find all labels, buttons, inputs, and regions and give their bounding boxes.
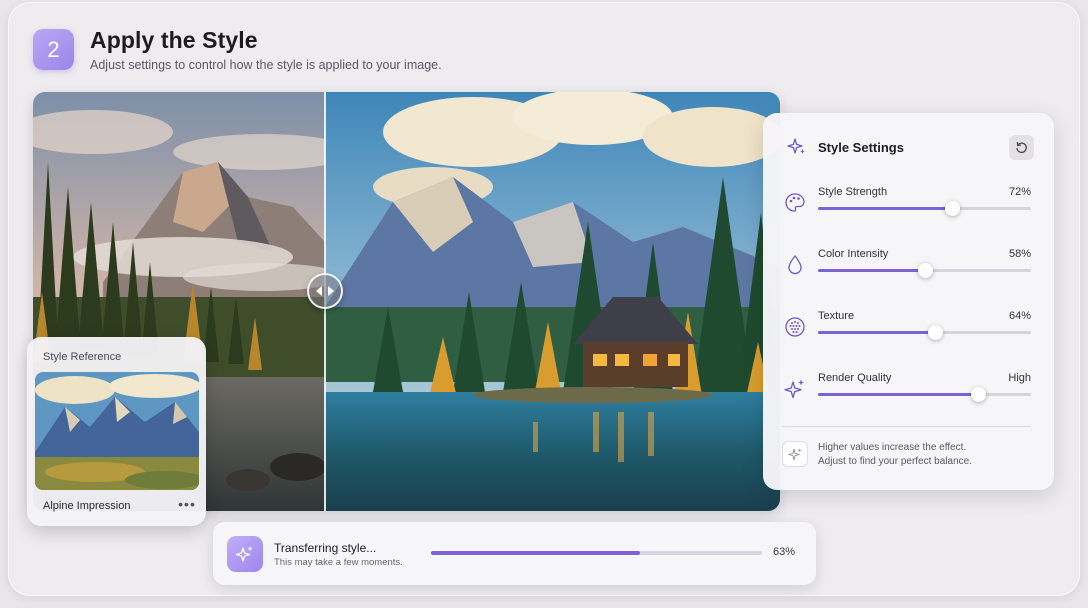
progress-percent: 63% (773, 546, 796, 558)
setting-render-quality: Render Quality High (763, 372, 1054, 412)
slider-fill (818, 269, 925, 272)
setting-color-intensity: Color Intensity 58% (763, 248, 1054, 288)
slider-knob[interactable] (945, 201, 961, 216)
slider-knob[interactable] (928, 325, 944, 340)
slider-fill (818, 207, 953, 210)
reference-artwork (35, 372, 199, 490)
style-settings-panel: Style Settings Style Strength 72% Color … (763, 113, 1054, 490)
setting-label: Style Strength (818, 186, 888, 198)
progress-sparkles-icon (227, 536, 263, 572)
style-reference-label: Style Reference (43, 351, 122, 363)
hint-sparkles-icon (782, 441, 808, 467)
setting-texture: Texture 64% (763, 310, 1054, 350)
more-horizontal-icon[interactable]: ••• (177, 497, 197, 511)
settings-divider (782, 426, 1031, 427)
reset-icon (1016, 142, 1027, 154)
sparkles-icon (784, 379, 804, 399)
hint-line: Higher values increase the effect. (818, 442, 967, 453)
slider-fill (818, 331, 936, 334)
setting-value: High (1008, 372, 1031, 384)
sparkles-icon (787, 138, 805, 154)
render-quality-slider[interactable] (818, 387, 1031, 402)
comparison-drag-handle[interactable] (307, 273, 343, 309)
setting-value: 58% (1008, 248, 1031, 260)
sparkles-icon (787, 448, 801, 460)
style-reference-card[interactable]: Style Reference Alpine Impression ••• (27, 337, 206, 526)
setting-style-strength: Style Strength 72% (763, 186, 1054, 226)
chevron-left-right-icon (316, 286, 334, 296)
slider-knob[interactable] (917, 263, 933, 278)
settings-title: Style Settings (818, 140, 904, 155)
progress-subtitle: This may take a few moments. (274, 557, 403, 568)
setting-label: Color Intensity (818, 248, 889, 260)
color-intensity-slider[interactable] (818, 263, 1031, 278)
texture-slider[interactable] (818, 325, 1031, 340)
setting-label: Render Quality (818, 372, 892, 384)
style-reference-name: Alpine Impression (43, 500, 131, 512)
step-number-badge: 2 (33, 29, 74, 70)
setting-value: 72% (1008, 186, 1031, 198)
page-title: Apply the Style (90, 27, 258, 53)
settings-hint: Higher values increase the effect. Adjus… (818, 441, 1038, 469)
page-subtitle: Adjust settings to control how the style… (90, 58, 442, 72)
texture-icon (785, 317, 805, 337)
sparkles-icon (235, 546, 253, 562)
setting-value: 64% (1008, 310, 1031, 322)
style-reference-thumbnail[interactable] (35, 372, 199, 490)
palette-icon (785, 193, 805, 212)
hint-line: Adjust to find your perfect balance. (818, 456, 972, 467)
setting-label: Texture (818, 310, 855, 322)
droplet-icon (788, 255, 802, 275)
style-strength-slider[interactable] (818, 201, 1031, 216)
slider-fill (818, 393, 978, 396)
progress-fill (431, 551, 640, 555)
reset-settings-button[interactable] (1009, 135, 1034, 160)
slider-knob[interactable] (970, 387, 986, 402)
progress-bar (431, 551, 762, 555)
progress-card: Transferring style... This may take a fe… (213, 522, 816, 585)
progress-title: Transferring style... (274, 541, 377, 555)
